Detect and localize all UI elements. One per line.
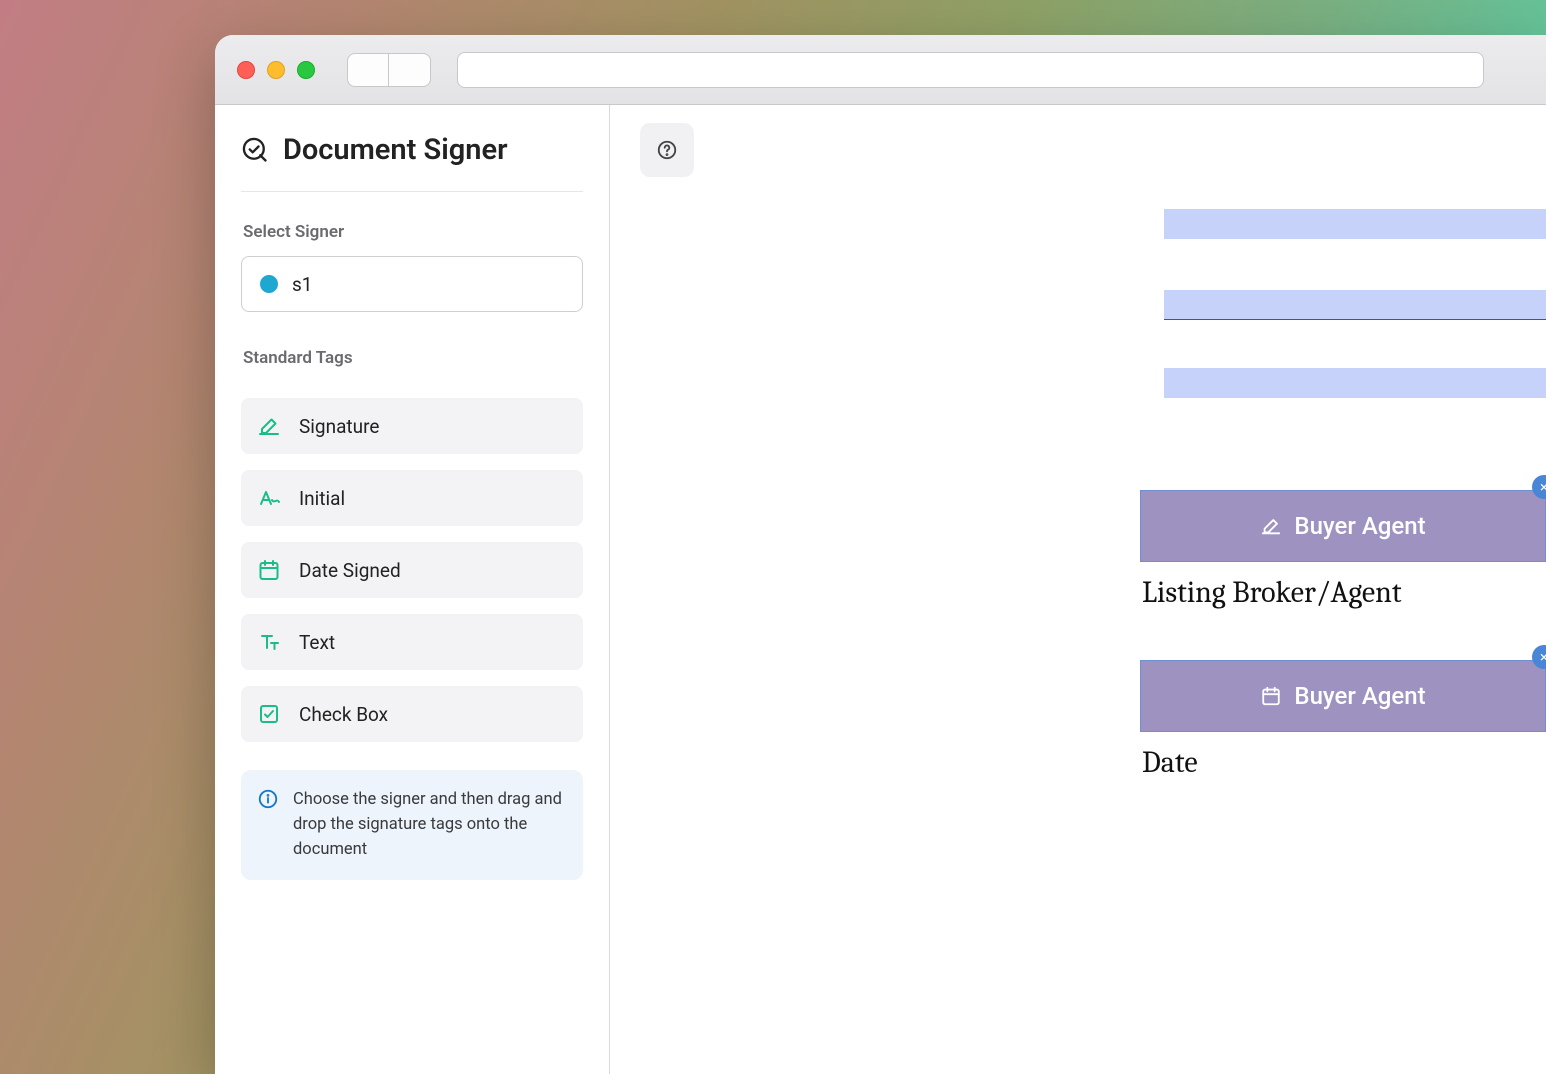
- tag-label: Text: [299, 631, 335, 654]
- document-field-label: Listing Broker/Agent: [1142, 575, 1402, 610]
- checkbox-icon: [257, 702, 281, 726]
- tag-signature[interactable]: Signature: [241, 398, 583, 454]
- document-field-label: Date: [1142, 745, 1198, 780]
- signature-icon: [1260, 515, 1282, 537]
- info-icon: [257, 788, 279, 810]
- document-canvas: Buyer Agent × Listing Broker/Agent Buyer…: [610, 105, 1546, 1074]
- nav-back-button[interactable]: [347, 53, 389, 87]
- placed-date-tag[interactable]: Buyer Agent: [1140, 660, 1546, 732]
- tag-label: Check Box: [299, 703, 388, 726]
- chevron-left-icon: [348, 50, 388, 90]
- info-text: Choose the signer and then drag and drop…: [293, 788, 565, 862]
- nav-forward-button[interactable]: [389, 53, 431, 87]
- tag-label: Initial: [299, 487, 345, 510]
- window-minimize-button[interactable]: [267, 61, 285, 79]
- calendar-icon: [1260, 685, 1282, 707]
- app-window: Document Signer Select Signer s1 Standar…: [215, 35, 1546, 1074]
- chevron-down-icon: [548, 274, 564, 294]
- window-close-button[interactable]: [237, 61, 255, 79]
- sidebar-title: Document Signer: [283, 133, 508, 167]
- nav-buttons: [347, 53, 431, 87]
- text-field[interactable]: [1164, 290, 1546, 320]
- app-body: Document Signer Select Signer s1 Standar…: [215, 105, 1546, 1074]
- sidebar-header: Document Signer: [241, 133, 583, 167]
- tag-date-signed[interactable]: Date Signed: [241, 542, 583, 598]
- select-signer-label: Select Signer: [241, 222, 583, 242]
- divider: [241, 191, 583, 192]
- text-field[interactable]: [1164, 368, 1546, 398]
- signer-dropdown[interactable]: s1: [241, 256, 583, 312]
- tag-checkbox[interactable]: Check Box: [241, 686, 583, 742]
- chevron-right-icon: [389, 49, 430, 90]
- standard-tags-label: Standard Tags: [241, 348, 583, 368]
- signature-icon: [257, 414, 281, 438]
- window-zoom-button[interactable]: [297, 61, 315, 79]
- initial-icon: [257, 486, 281, 510]
- address-bar[interactable]: [457, 52, 1484, 88]
- tag-text[interactable]: Text: [241, 614, 583, 670]
- sidebar: Document Signer Select Signer s1 Standar…: [215, 105, 610, 1074]
- tag-label: Date Signed: [299, 559, 401, 582]
- tag-label: Signature: [299, 415, 379, 438]
- placed-tag-label: Buyer Agent: [1294, 512, 1425, 540]
- document-area[interactable]: Buyer Agent × Listing Broker/Agent Buyer…: [610, 105, 1546, 1074]
- signer-color-dot: [260, 275, 278, 293]
- text-icon: [257, 630, 281, 654]
- document-signer-icon: [241, 136, 269, 164]
- placed-signature-tag[interactable]: Buyer Agent: [1140, 490, 1546, 562]
- calendar-icon: [257, 558, 281, 582]
- traffic-lights: [237, 61, 315, 79]
- tag-initial[interactable]: Initial: [241, 470, 583, 526]
- signer-selected-value: s1: [292, 273, 312, 296]
- window-titlebar: [215, 35, 1546, 105]
- placed-tag-label: Buyer Agent: [1294, 682, 1425, 710]
- standard-tags-section: Standard Tags Signature Initial: [241, 348, 583, 742]
- text-field[interactable]: [1164, 209, 1546, 239]
- info-card: Choose the signer and then drag and drop…: [241, 770, 583, 880]
